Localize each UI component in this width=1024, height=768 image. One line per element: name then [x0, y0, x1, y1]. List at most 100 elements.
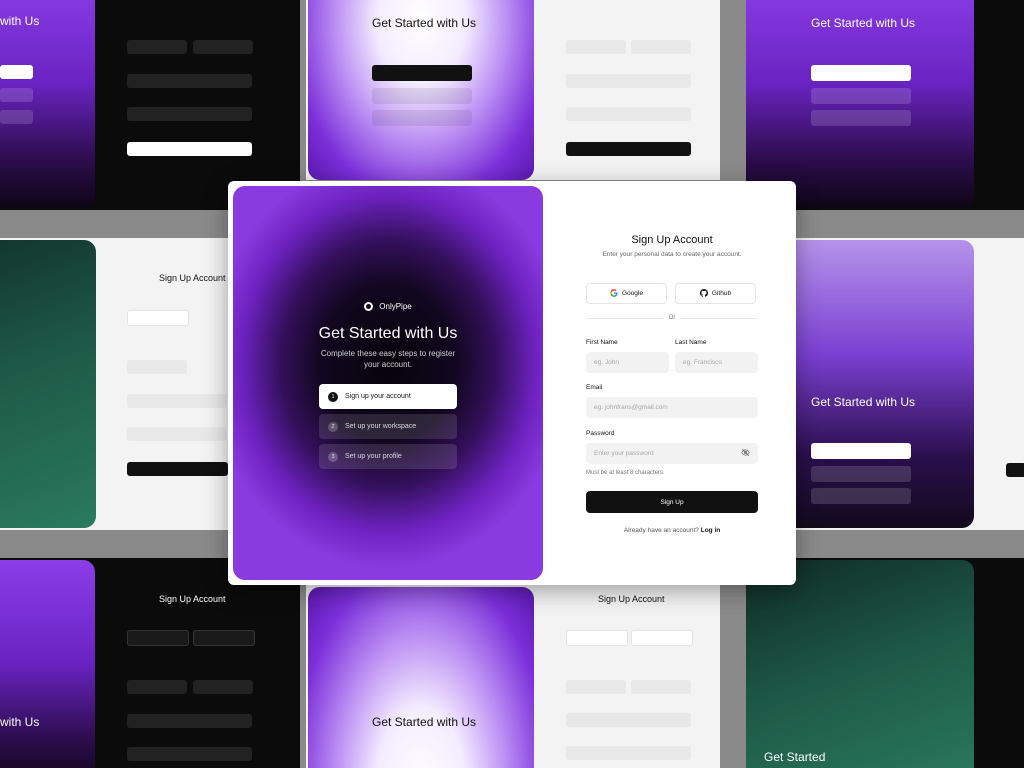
bg-mockup-title: Get Started with Us: [372, 16, 477, 30]
bg-mockup-dark-bottom-right: Get Started: [746, 558, 1024, 768]
bg-mockup-title: with Us: [0, 715, 40, 729]
step-number: 3: [328, 451, 338, 462]
first-name-label: First Name: [586, 339, 618, 346]
bg-mockup-step: [0, 88, 33, 102]
bg-mockup-gradient: [0, 560, 95, 768]
bg-mockup-field: [127, 360, 187, 374]
bg-mockup-step: [372, 88, 472, 104]
bg-mockup-field: [566, 107, 691, 121]
last-name-label: Last Name: [675, 339, 707, 346]
bg-mockup-field: [127, 427, 227, 441]
bg-mockup-field: [631, 40, 691, 54]
bg-mockup-title: Sign Up Account: [159, 594, 226, 604]
step-label: Set up your profile: [345, 453, 402, 460]
bg-mockup-title: Get Started: [764, 750, 826, 764]
bg-mockup-gradient: [796, 240, 974, 528]
brand: OnlyPipe: [233, 302, 543, 311]
bg-mockup-gradient: [0, 0, 95, 208]
bg-mockup-step: [811, 466, 911, 482]
bg-mockup-gradient: [746, 560, 974, 768]
hero-subtitle: Complete these easy steps to register yo…: [320, 349, 456, 369]
bg-mockup-button: [566, 142, 691, 156]
google-label: Google: [622, 290, 643, 297]
bg-mockup-title: Get Started with Us: [372, 715, 477, 729]
bg-mockup-dark-top-right: Get Started with Us: [746, 0, 1024, 210]
bg-mockup-field: [566, 746, 691, 760]
google-button[interactable]: Google: [586, 283, 667, 304]
form-title: Sign Up Account: [631, 234, 713, 246]
step-set-up-profile[interactable]: 3 Set up your profile: [319, 444, 457, 469]
step-number: 2: [328, 421, 338, 432]
bg-mockup-step: [811, 110, 911, 126]
email-label: Email: [586, 384, 603, 391]
bg-mockup-field: [566, 630, 628, 646]
github-icon: [699, 288, 708, 299]
step-number: 1: [328, 391, 338, 402]
bg-mockup-gradient: [0, 240, 96, 528]
eye-off-icon[interactable]: [741, 448, 750, 459]
bg-mockup-light-mid-left: Sign Up Account: [0, 238, 228, 530]
password-field[interactable]: Enter your password: [586, 443, 758, 464]
brand-logo-icon: [364, 302, 374, 311]
bg-mockup-field: [566, 713, 691, 727]
step-label: Sign up your account: [345, 393, 411, 400]
bg-mockup-field: [566, 680, 626, 694]
bg-mockup-gradient: [308, 587, 534, 768]
github-button[interactable]: Github: [675, 283, 756, 304]
hero-panel: OnlyPipe Get Started with Us Complete th…: [233, 186, 543, 580]
bg-mockup-title: with Us: [0, 14, 40, 28]
divider-right: [681, 318, 758, 319]
step-set-up-workspace[interactable]: 2 Set up your workspace: [319, 414, 457, 439]
bg-mockup-field: [127, 714, 252, 728]
bg-mockup-field: [127, 630, 189, 646]
password-placeholder: Enter your password: [594, 450, 654, 457]
bg-mockup-step: [811, 488, 911, 504]
sign-up-button[interactable]: Sign Up: [586, 491, 758, 513]
bg-mockup-button: [127, 462, 228, 476]
password-hint: Must be at least 8 characters.: [586, 470, 665, 476]
bg-mockup-step: [811, 443, 911, 459]
bg-mockup-field: [127, 40, 187, 54]
bg-mockup-field: [631, 630, 693, 646]
bg-mockup-step: [811, 65, 911, 81]
step-sign-up-account[interactable]: 1 Sign up your account: [319, 384, 457, 409]
bg-mockup-light-top-center: Get Started with Us: [306, 0, 720, 180]
bg-mockup-gradient: [746, 0, 974, 208]
bg-mockup-dark-top-left: with Us: [0, 0, 300, 210]
bg-mockup-dark-bottom-left: with Us Sign Up Account: [0, 558, 300, 768]
last-name-field[interactable]: eg. Francisco: [675, 352, 758, 373]
login-prompt: Already have an account? Log in: [586, 527, 758, 534]
bg-mockup-step: [372, 65, 472, 81]
bg-mockup-button: [127, 142, 252, 156]
bg-mockup-field: [566, 74, 691, 88]
email-field[interactable]: eg. johnfrans@gmail.com: [586, 397, 758, 418]
github-label: Github: [711, 290, 732, 297]
step-label: Set up your workspace: [345, 423, 417, 430]
bg-mockup-field: [127, 74, 252, 88]
bg-mockup-step: [372, 110, 472, 126]
bg-mockup-field: [127, 747, 252, 761]
bg-mockup-title: Sign Up Account: [598, 594, 665, 604]
bg-mockup-step: [811, 88, 911, 104]
bg-mockup-field: [566, 40, 626, 54]
login-prompt-text: Already have an account?: [623, 527, 699, 534]
bg-mockup-step: [0, 65, 33, 79]
bg-mockup-light-mid-right: Get Started with Us: [796, 238, 1024, 530]
password-label: Password: [586, 430, 615, 437]
bg-mockup-title: Get Started with Us: [811, 395, 916, 409]
bg-mockup-step: [0, 110, 33, 124]
bg-mockup-field: [127, 310, 189, 326]
form-subtitle: Enter your personal data to create your …: [602, 251, 742, 258]
bg-mockup-light-bottom-center: Get Started with Us Sign Up Account: [306, 585, 720, 768]
brand-name: OnlyPipe: [379, 302, 412, 311]
bg-mockup-field: [127, 680, 187, 694]
bg-mockup-title: Sign Up Account: [159, 273, 226, 283]
bg-mockup-field: [193, 630, 255, 646]
bg-mockup-field: [193, 680, 253, 694]
bg-mockup-field: [631, 680, 691, 694]
login-link[interactable]: Log in: [701, 527, 721, 534]
bg-mockup-field: [127, 107, 252, 121]
hero-title: Get Started with Us: [318, 325, 458, 342]
first-name-field[interactable]: eg. John: [586, 352, 669, 373]
signup-card: OnlyPipe Get Started with Us Complete th…: [228, 181, 796, 585]
